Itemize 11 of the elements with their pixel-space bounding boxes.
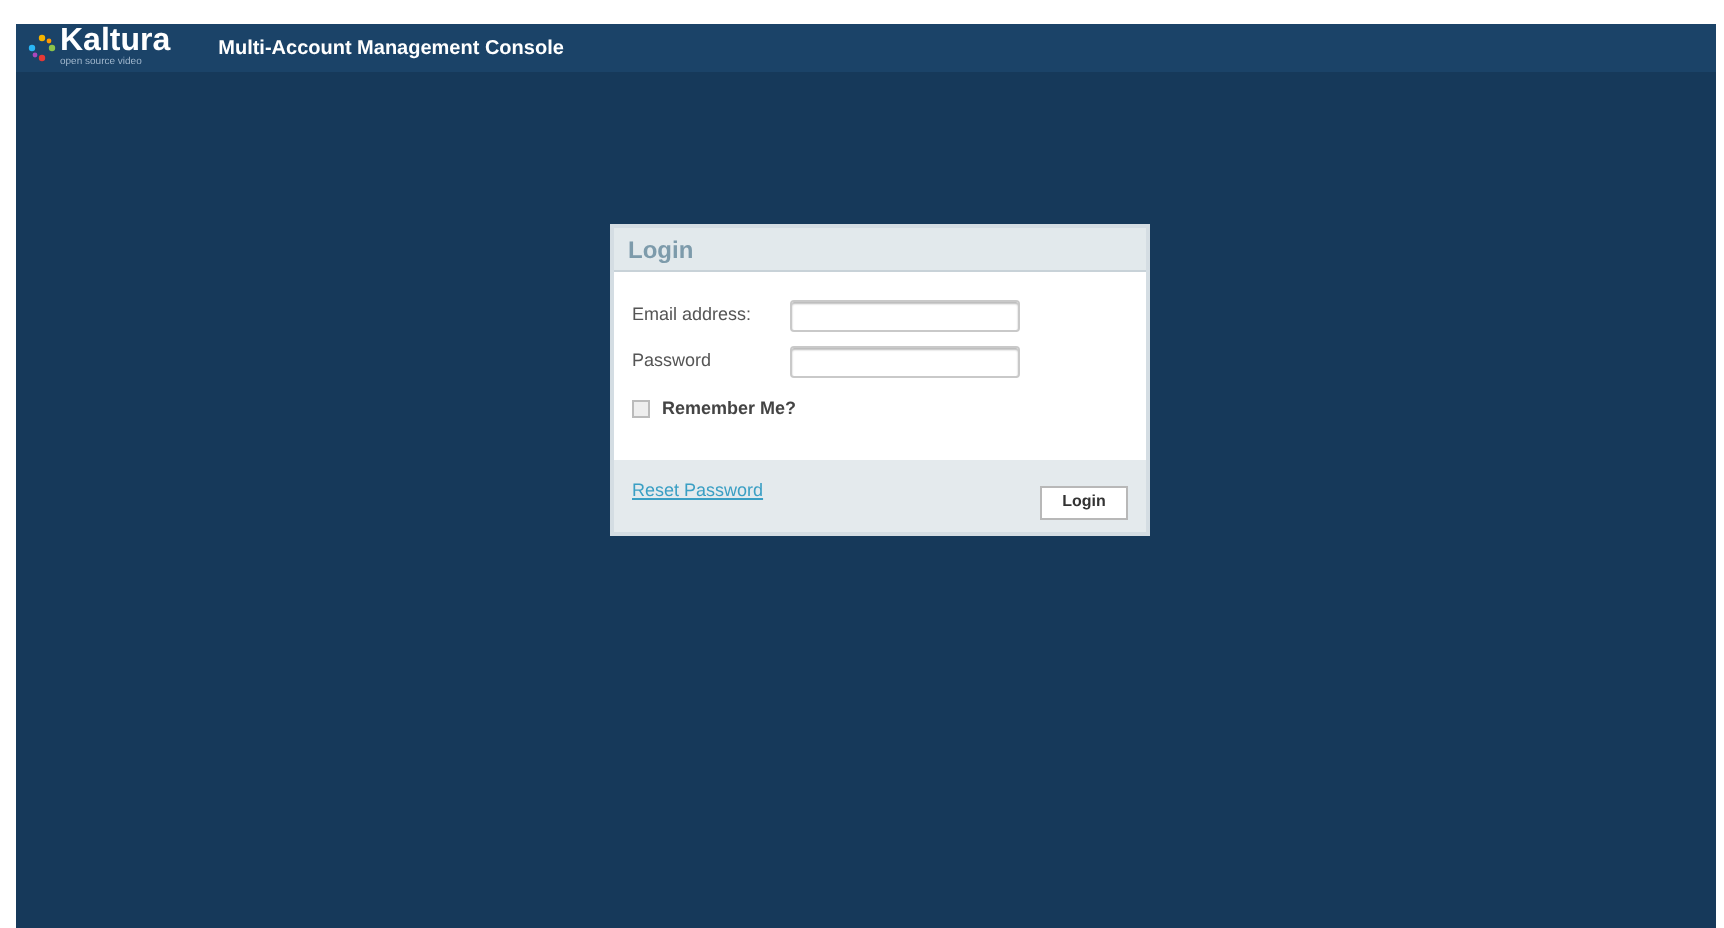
login-button[interactable]: Login: [1040, 485, 1128, 519]
logo-icon: [28, 34, 56, 62]
email-label: Email address:: [632, 302, 754, 329]
password-label: Password: [632, 348, 714, 375]
logo-text: Kaltura: [60, 28, 171, 56]
dialog-title: Login: [628, 233, 694, 267]
remember-label: Remember Me?: [662, 396, 797, 422]
console-title: Multi-Account Management Console: [218, 35, 564, 63]
email-field[interactable]: [790, 300, 1020, 332]
remember-checkbox[interactable]: [632, 400, 650, 419]
password-field[interactable]: [790, 346, 1020, 378]
